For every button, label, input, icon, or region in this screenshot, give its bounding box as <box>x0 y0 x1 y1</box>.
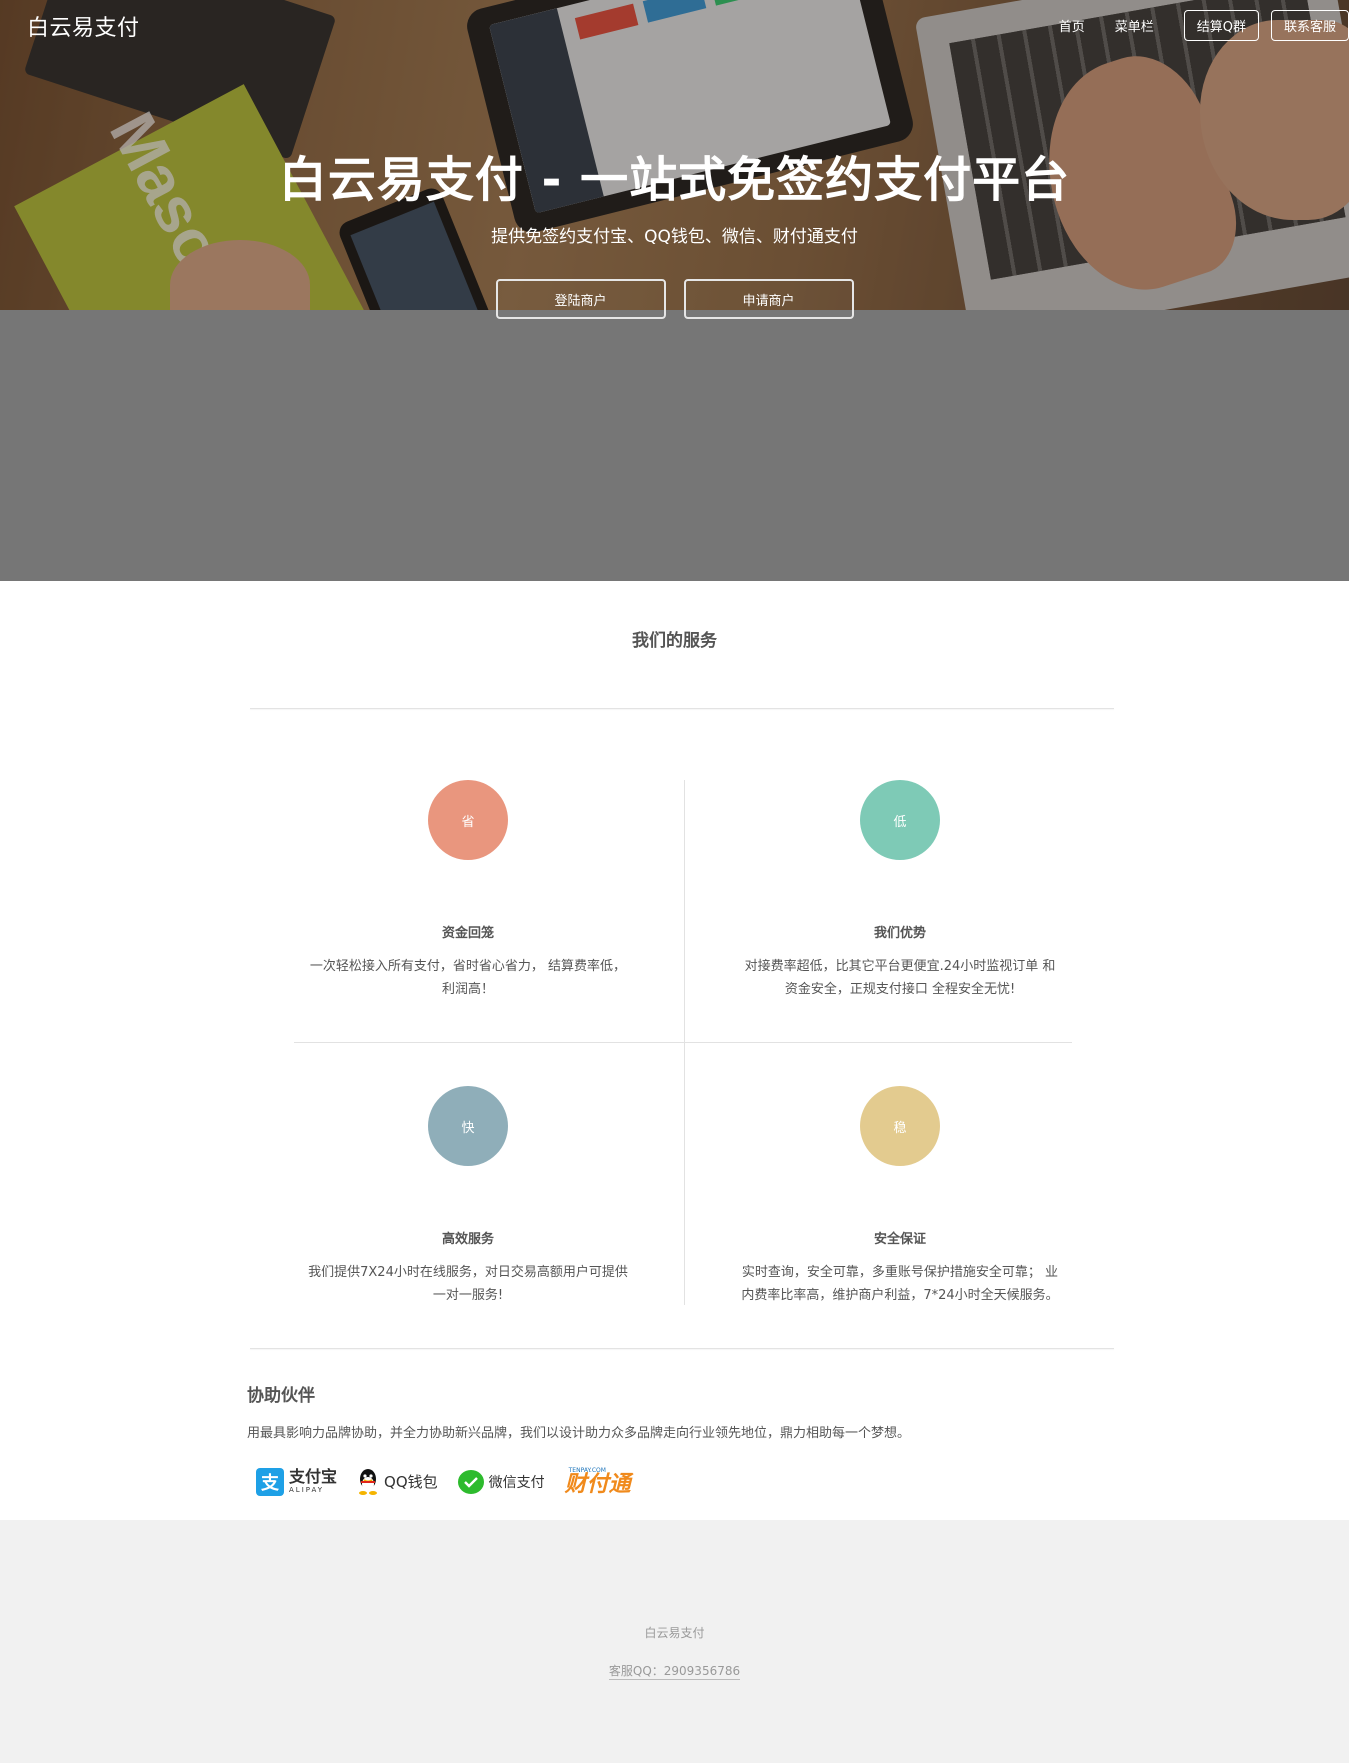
alipay-logo: 支 支付宝 ALIPAY <box>256 1467 337 1496</box>
wechat-pay-logo: 微信支付 <box>457 1469 545 1494</box>
nav-qq-group-button[interactable]: 结算Q群 <box>1183 10 1259 41</box>
feature-title: 我们优势 <box>873 926 926 941</box>
divider <box>250 708 1114 709</box>
feature-card-advantage: 低 我们优势 对接费率超低，比其它平台更便宜.24小时监视订单 和 资金安全，正… <box>720 780 1080 1001</box>
nav-support-button[interactable]: 联系客服 <box>1270 10 1349 41</box>
services-title: 我们的服务 <box>632 631 717 651</box>
feature-title: 资金回笼 <box>441 926 494 941</box>
footer-support-qq[interactable]: 客服QQ：2909356786 <box>0 1662 1349 1680</box>
feature-description: 对接费率超低，比其它平台更便宜.24小时监视订单 和 资金安全，正规支付接口 全… <box>744 959 1056 997</box>
feature-description: 一次轻松接入所有支付，省时省心省力， 结算费率低， 利润高！ <box>309 959 627 997</box>
qq-penguin-icon <box>357 1468 379 1496</box>
footer-brand: 白云易支付 <box>644 1626 705 1640</box>
feature-badge: 低 <box>860 780 940 860</box>
partner-logos: 支 支付宝 ALIPAY QQ钱包 微信支付 TENPAY.COM 财付通 <box>256 1467 631 1496</box>
hero-buttons: 登陆商户 申请商户 <box>0 279 1349 319</box>
feature-description: 实时查询，安全可靠，多重账号保护措施安全可靠； 业 内费率比率高，维护商户利益，… <box>741 1265 1059 1303</box>
feature-badge: 省 <box>428 780 508 860</box>
nav-home-link[interactable]: 首页 <box>1059 16 1085 35</box>
feature-badge: 快 <box>428 1086 508 1166</box>
feature-title: 安全保证 <box>873 1232 926 1247</box>
login-merchant-button[interactable]: 登陆商户 <box>495 279 666 319</box>
brand-logo[interactable]: 白云易支付 <box>27 10 140 42</box>
qq-wallet-logo: QQ钱包 <box>357 1468 438 1496</box>
footer-qq-link[interactable]: 客服QQ：2909356786 <box>608 1664 741 1680</box>
feature-description: 我们提供7X24小时在线服务，对日交易高额用户可提供 一对一服务! <box>308 1265 628 1303</box>
alipay-icon: 支 <box>256 1467 284 1496</box>
divider <box>250 1348 1114 1349</box>
partners-title: 协助伙伴 <box>247 1386 315 1406</box>
feature-card-security: 稳 安全保证 实时查询，安全可靠，多重账号保护措施安全可靠； 业 内费率比率高，… <box>720 1086 1080 1307</box>
register-merchant-button[interactable]: 申请商户 <box>683 279 854 319</box>
tenpay-logo: TENPAY.COM 财付通 <box>564 1467 631 1497</box>
nav-menu-link[interactable]: 菜单栏 <box>1115 16 1154 35</box>
grid-divider-horizontal <box>294 1042 1072 1043</box>
feature-title: 高效服务 <box>441 1232 494 1247</box>
top-nav: 首页 菜单栏 结算Q群 联系客服 <box>1059 10 1349 41</box>
hero-subtitle: 提供免签约支付宝、QQ钱包、微信、财付通支付 <box>491 227 858 247</box>
wechat-pay-icon <box>457 1469 484 1494</box>
partners-description: 用最具影响力品牌协助，并全力协助新兴品牌，我们以设计助力众多品牌走向行业领先地位… <box>247 1426 911 1441</box>
footer: 白云易支付 客服QQ：2909356786 <box>0 1520 1349 1763</box>
feature-badge: 稳 <box>860 1086 940 1166</box>
hero-title: 白云易支付 - 一站式免签约支付平台 <box>278 152 1071 208</box>
feature-card-funds: 省 资金回笼 一次轻松接入所有支付，省时省心省力， 结算费率低， 利润高！ <box>288 780 648 1001</box>
hero-section: Maso 白云易支付 首页 菜单栏 结算Q群 联系客服 白云易支付 - 一站式免… <box>0 0 1349 581</box>
feature-card-efficiency: 快 高效服务 我们提供7X24小时在线服务，对日交易高额用户可提供 一对一服务! <box>288 1086 648 1307</box>
